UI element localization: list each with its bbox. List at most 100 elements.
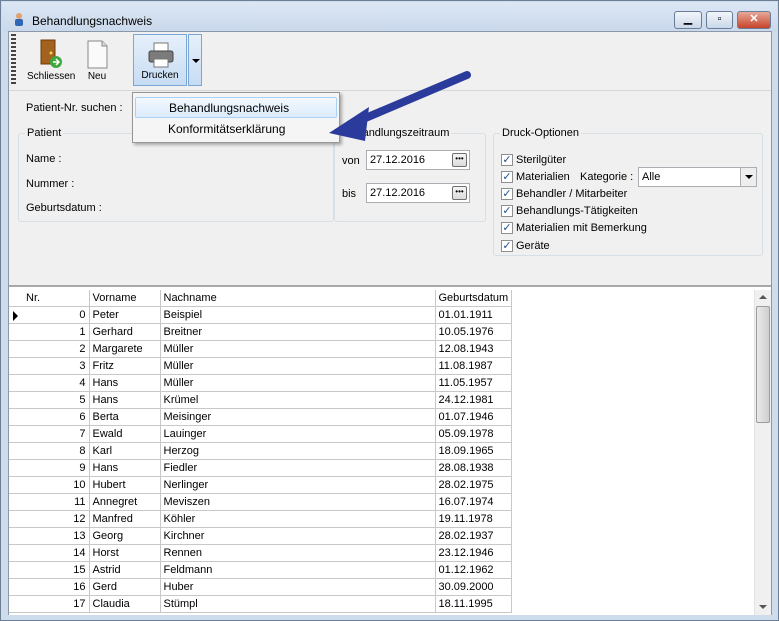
column-header-geburtsdatum[interactable]: Geburtsdatum — [435, 290, 513, 307]
cell-nr[interactable]: 5 — [23, 391, 90, 409]
checkbox-materialien[interactable]: ✓ — [501, 171, 513, 183]
cell-nr[interactable]: 11 — [23, 493, 90, 511]
cell-vorname[interactable]: Gerhard — [89, 323, 161, 341]
row-selector[interactable] — [9, 544, 23, 562]
cell-vorname[interactable]: Horst — [89, 544, 161, 562]
table-row[interactable]: 12 Manfred Köhler 19.11.1978 — [9, 510, 513, 528]
cell-nr[interactable]: 2 — [23, 340, 90, 358]
cell-nr[interactable]: 13 — [23, 527, 90, 545]
cell-vorname[interactable]: Hans — [89, 391, 161, 409]
row-selector[interactable] — [9, 340, 23, 358]
cell-nr[interactable]: 8 — [23, 442, 90, 460]
cell-nr[interactable]: 14 — [23, 544, 90, 562]
cell-geburtsdatum[interactable]: 01.01.1911 — [435, 306, 513, 324]
cell-nr[interactable]: 1 — [23, 323, 90, 341]
close-button[interactable]: Schliessen — [27, 34, 75, 86]
checkbox-behandlungs-taetigkeiten[interactable]: ✓ — [501, 205, 513, 217]
row-selector[interactable] — [9, 442, 23, 460]
vertical-scrollbar[interactable] — [754, 290, 771, 615]
cell-geburtsdatum[interactable]: 16.07.1974 — [435, 493, 513, 511]
print-button[interactable]: Drucken — [133, 34, 187, 86]
cell-nachname[interactable]: Müller — [160, 340, 436, 358]
close-window-button[interactable]: ✕ — [737, 11, 771, 29]
cell-nachname[interactable]: Feldmann — [160, 561, 436, 579]
table-row[interactable]: 3 Fritz Müller 11.08.1987 — [9, 357, 513, 375]
cell-nachname[interactable]: Herzog — [160, 442, 436, 460]
from-date-picker-button[interactable]: ••• — [452, 153, 467, 167]
table-row[interactable]: 0 Peter Beispiel 01.01.1911 — [9, 306, 513, 324]
row-selector[interactable] — [9, 595, 23, 613]
cell-nr[interactable]: 3 — [23, 357, 90, 375]
checkbox-geraete[interactable]: ✓ — [501, 240, 513, 252]
scroll-up-icon[interactable] — [759, 295, 767, 299]
row-selector[interactable] — [9, 425, 23, 443]
cell-nachname[interactable]: Lauinger — [160, 425, 436, 443]
cell-geburtsdatum[interactable]: 11.08.1987 — [435, 357, 513, 375]
table-row[interactable]: 8 Karl Herzog 18.09.1965 — [9, 442, 513, 460]
table-row[interactable]: 6 Berta Meisinger 01.07.1946 — [9, 408, 513, 426]
table-row[interactable]: 13 Georg Kirchner 28.02.1937 — [9, 527, 513, 545]
cell-nachname[interactable]: Meviszen — [160, 493, 436, 511]
cell-nr[interactable]: 6 — [23, 408, 90, 426]
maximize-button[interactable]: ▫ — [706, 11, 733, 29]
cell-nr[interactable]: 10 — [23, 476, 90, 494]
print-dropdown-button[interactable] — [188, 34, 202, 86]
cell-vorname[interactable]: Fritz — [89, 357, 161, 375]
cell-geburtsdatum[interactable]: 30.09.2000 — [435, 578, 513, 596]
cell-vorname[interactable]: Berta — [89, 408, 161, 426]
minimize-button[interactable]: ▁ — [674, 11, 702, 29]
table-row[interactable]: 16 Gerd Huber 30.09.2000 — [9, 578, 513, 596]
cell-nachname[interactable]: Stümpl — [160, 595, 436, 613]
cell-nr[interactable]: 15 — [23, 561, 90, 579]
row-selector[interactable] — [9, 527, 23, 545]
from-date-field[interactable]: 27.12.2016 ••• — [366, 150, 470, 170]
column-header-nachname[interactable]: Nachname — [160, 290, 436, 307]
cell-vorname[interactable]: Gerd — [89, 578, 161, 596]
scrollbar-thumb[interactable] — [756, 306, 770, 423]
cell-geburtsdatum[interactable]: 18.11.1995 — [435, 595, 513, 613]
column-header-vorname[interactable]: Vorname — [89, 290, 161, 307]
cell-vorname[interactable]: Karl — [89, 442, 161, 460]
cell-geburtsdatum[interactable]: 01.12.1962 — [435, 561, 513, 579]
row-selector[interactable] — [9, 493, 23, 511]
cell-nr[interactable]: 12 — [23, 510, 90, 528]
category-dropdown-button[interactable] — [740, 168, 756, 186]
to-date-field[interactable]: 27.12.2016 ••• — [366, 183, 470, 203]
cell-nachname[interactable]: Huber — [160, 578, 436, 596]
cell-nr[interactable]: 7 — [23, 425, 90, 443]
menu-item-konformitaetserklaerung[interactable]: Konformitätserklärung — [135, 119, 337, 140]
cell-geburtsdatum[interactable]: 10.05.1976 — [435, 323, 513, 341]
cell-nachname[interactable]: Köhler — [160, 510, 436, 528]
table-row[interactable]: 7 Ewald Lauinger 05.09.1978 — [9, 425, 513, 443]
row-selector[interactable] — [9, 578, 23, 596]
table-row[interactable]: 17 Claudia Stümpl 18.11.1995 — [9, 595, 513, 613]
table-row[interactable]: 15 Astrid Feldmann 01.12.1962 — [9, 561, 513, 579]
table-row[interactable]: 11 Annegret Meviszen 16.07.1974 — [9, 493, 513, 511]
cell-nr[interactable]: 0 — [23, 306, 90, 324]
cell-geburtsdatum[interactable]: 28.08.1938 — [435, 459, 513, 477]
new-button[interactable]: Neu — [77, 34, 117, 86]
cell-vorname[interactable]: Georg — [89, 527, 161, 545]
cell-vorname[interactable]: Hans — [89, 374, 161, 392]
table-row[interactable]: 14 Horst Rennen 23.12.1946 — [9, 544, 513, 562]
checkbox-materialien-bemerkung[interactable]: ✓ — [501, 222, 513, 234]
checkbox-behandler[interactable]: ✓ — [501, 188, 513, 200]
cell-vorname[interactable]: Annegret — [89, 493, 161, 511]
cell-vorname[interactable]: Hans — [89, 459, 161, 477]
cell-geburtsdatum[interactable]: 01.07.1946 — [435, 408, 513, 426]
cell-nachname[interactable]: Breitner — [160, 323, 436, 341]
cell-geburtsdatum[interactable]: 05.09.1978 — [435, 425, 513, 443]
cell-vorname[interactable]: Ewald — [89, 425, 161, 443]
cell-vorname[interactable]: Manfred — [89, 510, 161, 528]
cell-nachname[interactable]: Müller — [160, 374, 436, 392]
cell-vorname[interactable]: Claudia — [89, 595, 161, 613]
cell-nachname[interactable]: Krümel — [160, 391, 436, 409]
column-header-nr[interactable]: Nr. — [23, 290, 90, 307]
cell-geburtsdatum[interactable]: 28.02.1975 — [435, 476, 513, 494]
cell-nachname[interactable]: Beispiel — [160, 306, 436, 324]
cell-nachname[interactable]: Meisinger — [160, 408, 436, 426]
cell-nachname[interactable]: Rennen — [160, 544, 436, 562]
table-row[interactable]: 9 Hans Fiedler 28.08.1938 — [9, 459, 513, 477]
cell-geburtsdatum[interactable]: 28.02.1937 — [435, 527, 513, 545]
row-selector[interactable] — [9, 476, 23, 494]
